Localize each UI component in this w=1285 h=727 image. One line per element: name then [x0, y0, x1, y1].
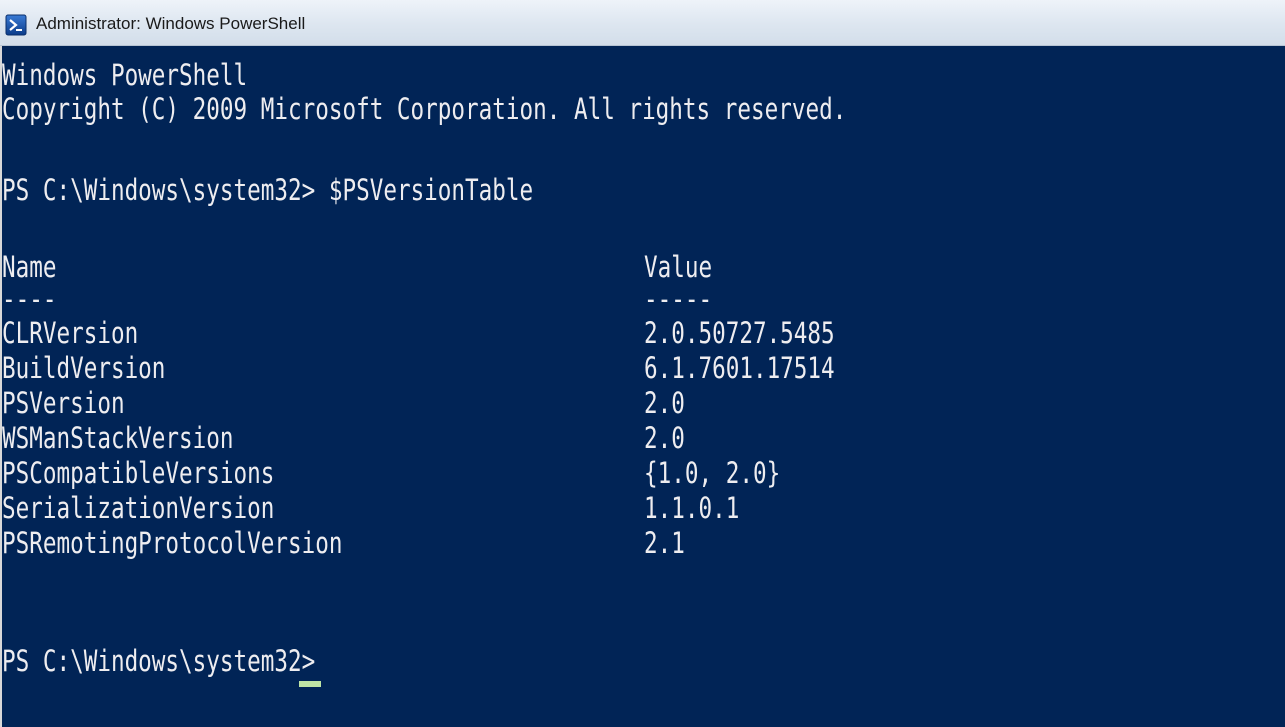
table-header-value: Value — [644, 250, 713, 284]
window-title: Administrator: Windows PowerShell — [36, 14, 306, 33]
table-row-name: CLRVersion — [2, 316, 139, 350]
text-cursor — [299, 681, 321, 687]
prompt-line: PS C:\Windows\system32> $PSVersionTable — [2, 173, 533, 207]
table-row-value: 2.0.50727.5485 — [644, 316, 835, 350]
table-row-name: PSVersion — [2, 386, 125, 420]
table-row-value: 2.1 — [644, 526, 685, 560]
table-header-name: Name — [2, 250, 57, 284]
prompt-text: PS C:\Windows\system32> — [2, 173, 316, 207]
table-row-name: PSRemotingProtocolVersion — [2, 526, 343, 560]
table-row-name: SerializationVersion — [2, 491, 275, 525]
banner-line-2: Copyright (C) 2009 Microsoft Corporation… — [2, 92, 847, 126]
table-row-value: 2.0 — [644, 386, 685, 420]
powershell-window: Administrator: Windows PowerShell Window… — [0, 0, 1285, 727]
title-bar[interactable]: Administrator: Windows PowerShell — [0, 0, 1285, 46]
table-row-name: BuildVersion — [2, 351, 166, 385]
console-area[interactable]: Windows PowerShell Copyright (C) 2009 Mi… — [0, 46, 1285, 727]
table-row-value: 1.1.0.1 — [644, 491, 740, 525]
final-prompt: PS C:\Windows\system32> — [2, 644, 316, 678]
table-row-value: 6.1.7601.17514 — [644, 351, 835, 385]
banner-line-1: Windows PowerShell — [2, 58, 248, 92]
table-row-name: PSCompatibleVersions — [2, 456, 275, 490]
table-row-value: {1.0, 2.0} — [644, 456, 781, 490]
powershell-icon — [5, 14, 27, 36]
table-row-name: WSManStackVersion — [2, 421, 234, 455]
table-row-value: 2.0 — [644, 421, 685, 455]
command-text: $PSVersionTable — [328, 173, 534, 207]
table-separator-value: ----- — [644, 282, 713, 316]
table-separator-name: ---- — [2, 282, 57, 316]
